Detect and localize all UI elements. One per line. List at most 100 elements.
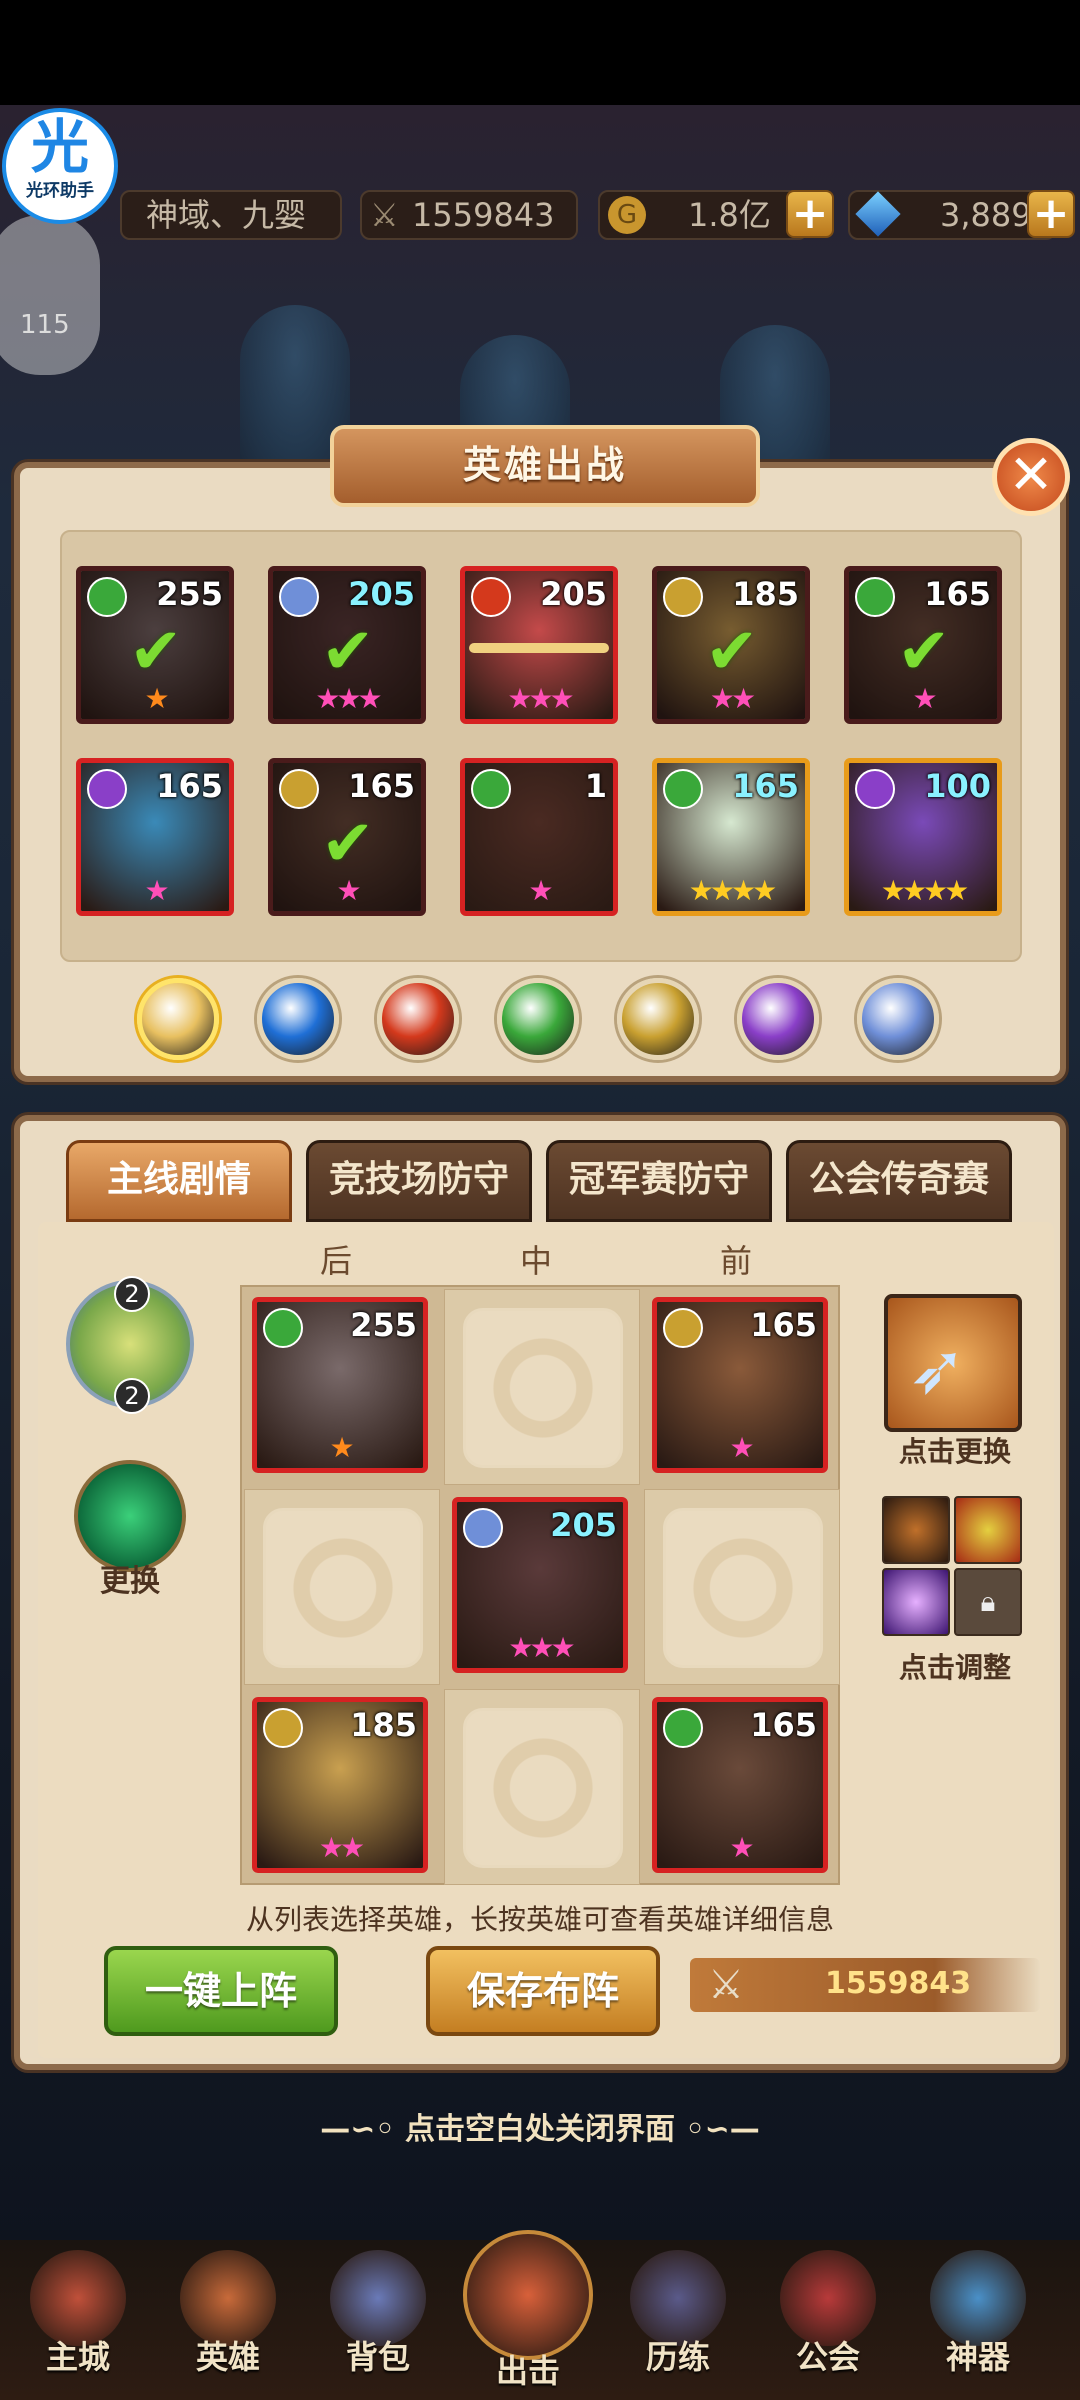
hero-card[interactable]: 165 ★ ✔ [844, 566, 1002, 724]
nav-4[interactable]: 历练 [608, 2250, 748, 2400]
hero-card[interactable]: 1 ★ [460, 758, 618, 916]
gem-value: 3,889 [940, 196, 1032, 234]
nav-1[interactable]: 英雄 [158, 2250, 298, 2400]
filter-sun-button[interactable] [617, 978, 699, 1060]
tab-3[interactable]: 公会传奇赛 [786, 1140, 1012, 1222]
formation-hero[interactable]: 255 ★ [252, 1297, 428, 1473]
column-label: 后 [320, 1242, 353, 1280]
nav-2[interactable]: 背包 [308, 2250, 448, 2400]
total-power-bar: ⚔ 1559843 [690, 1958, 1040, 2012]
filter-wind-button[interactable] [497, 978, 579, 1060]
wind-element-icon [663, 769, 703, 809]
bow-icon: ➶ [908, 1328, 967, 1410]
nav-label: 神器 [945, 2338, 1010, 2376]
nav-label: 历练 [645, 2338, 710, 2376]
hero-card[interactable]: 165 ★★★★ [652, 758, 810, 916]
assistant-icon: 光 [30, 113, 89, 181]
chain-lock-icon [469, 643, 609, 653]
hero-card[interactable]: 255 ★ ✔ [76, 566, 234, 724]
hero-level: 165 [924, 575, 991, 613]
auto-deploy-button[interactable]: 一键上阵 [104, 1946, 338, 2036]
sun-element-icon [263, 1708, 303, 1748]
tab-0[interactable]: 主线剧情 [66, 1140, 292, 1222]
skill-slot-2[interactable] [954, 1496, 1022, 1564]
artifact-slot[interactable]: ➶ [884, 1294, 1022, 1432]
wind-element-icon [471, 769, 511, 809]
resource-bar: 神域、九婴 ⚔ 1559843 G 1.8亿 + 3,889 + [120, 190, 1075, 248]
hero-card[interactable]: 100 ★★★★ [844, 758, 1002, 916]
magic-circle-icon [463, 1308, 623, 1468]
nav-label: 主城 [45, 2338, 110, 2376]
panel-title: 英雄出战 [330, 425, 760, 507]
sword-icon: ⚔ [370, 196, 399, 234]
close-hint: —∽◦ 点击空白处关闭界面 ◦∽— [0, 2104, 1080, 2148]
close-button[interactable]: ✕ [992, 438, 1070, 516]
overlay-shortcut[interactable]: 115 [0, 215, 100, 375]
nav-label: 公会 [795, 2338, 860, 2376]
hero-level: 185 [732, 575, 799, 613]
nav-0[interactable]: 主城 [8, 2250, 148, 2400]
lock-icon: 🔒︎ [980, 1585, 996, 1618]
power-value: 1559843 [412, 196, 555, 234]
hero-level: 205 [348, 575, 415, 613]
hero-card[interactable]: 165 ★ ✔ [268, 758, 426, 916]
gem-icon [855, 191, 901, 237]
hero-level: 165 [348, 767, 415, 805]
filter-light-button[interactable] [857, 978, 939, 1060]
nav-label: 英雄 [195, 2338, 260, 2376]
formation-hero[interactable]: 165 ★ [652, 1297, 828, 1473]
hero-stars: ★ [528, 874, 553, 907]
tab-1[interactable]: 竞技场防守 [306, 1140, 532, 1222]
empty-slot[interactable] [444, 1289, 640, 1485]
hero-stars: ★★★ [507, 682, 574, 715]
empty-slot[interactable] [644, 1489, 840, 1685]
add-gold-button[interactable]: + [786, 190, 834, 238]
hero-card[interactable]: 205 ★★★ [460, 566, 618, 724]
tab-2[interactable]: 冠军赛防守 [546, 1140, 772, 1222]
formation-bonus-icon[interactable]: 2 2 [66, 1276, 194, 1414]
magic-circle-icon [263, 1508, 423, 1668]
hero-stars: ★★★ [508, 1631, 575, 1664]
skill-slot-3[interactable] [882, 1568, 950, 1636]
sun-element-icon [663, 1308, 703, 1348]
formation-hero[interactable]: 205 ★★★ [452, 1497, 628, 1673]
filter-fire-button[interactable] [377, 978, 459, 1060]
formation-hero[interactable]: 185 ★★ [252, 1697, 428, 1873]
filter-water-button[interactable] [257, 978, 339, 1060]
gold-coin-icon: G [608, 196, 646, 234]
hero-level: 205 [540, 575, 607, 613]
artifact-label: 点击更换 [898, 1435, 1011, 1468]
sun-element-icon [279, 769, 319, 809]
hero-stars: ★ [729, 1831, 754, 1864]
nav-6[interactable]: 神器 [908, 2250, 1048, 2400]
light-element-icon [463, 1508, 503, 1548]
power-display: ⚔ 1559843 [360, 190, 578, 240]
hero-stars: ★★ [318, 1831, 365, 1864]
hero-card[interactable]: 185 ★★ ✔ [652, 566, 810, 724]
wind-element-icon [263, 1308, 303, 1348]
deployed-check-icon: ✔ [897, 615, 951, 689]
nav-3[interactable]: 出击 [458, 2230, 598, 2400]
formation-hero[interactable]: 165 ★ [652, 1697, 828, 1873]
flourish-left-icon: —∽◦ [320, 2112, 405, 2147]
bonus-count-bottom: 2 [114, 1378, 150, 1414]
nav-label: 背包 [345, 2338, 410, 2376]
filter-all-button[interactable] [137, 978, 219, 1060]
deployed-check-icon: ✔ [321, 615, 375, 689]
magic-circle-icon [463, 1708, 623, 1868]
add-gem-button[interactable]: + [1027, 190, 1075, 238]
hero-level: 205 [550, 1506, 617, 1544]
save-formation-button[interactable]: 保存布阵 [426, 1946, 660, 2036]
bonus-count-top: 2 [114, 1276, 150, 1312]
hero-stars: ★ [144, 874, 169, 907]
filter-dark-button[interactable] [737, 978, 819, 1060]
skill-slot-1[interactable] [882, 1496, 950, 1564]
empty-slot[interactable] [244, 1489, 440, 1685]
total-power-value: 1559843 [825, 1966, 972, 2001]
hero-card[interactable]: 205 ★★★ ✔ [268, 566, 426, 724]
assistant-badge[interactable]: 光 光环助手 [2, 108, 118, 224]
hero-card[interactable]: 165 ★ [76, 758, 234, 916]
nav-5[interactable]: 公会 [758, 2250, 898, 2400]
empty-slot[interactable] [444, 1689, 640, 1885]
close-hint-text: 点击空白处关闭界面 [405, 2112, 675, 2147]
